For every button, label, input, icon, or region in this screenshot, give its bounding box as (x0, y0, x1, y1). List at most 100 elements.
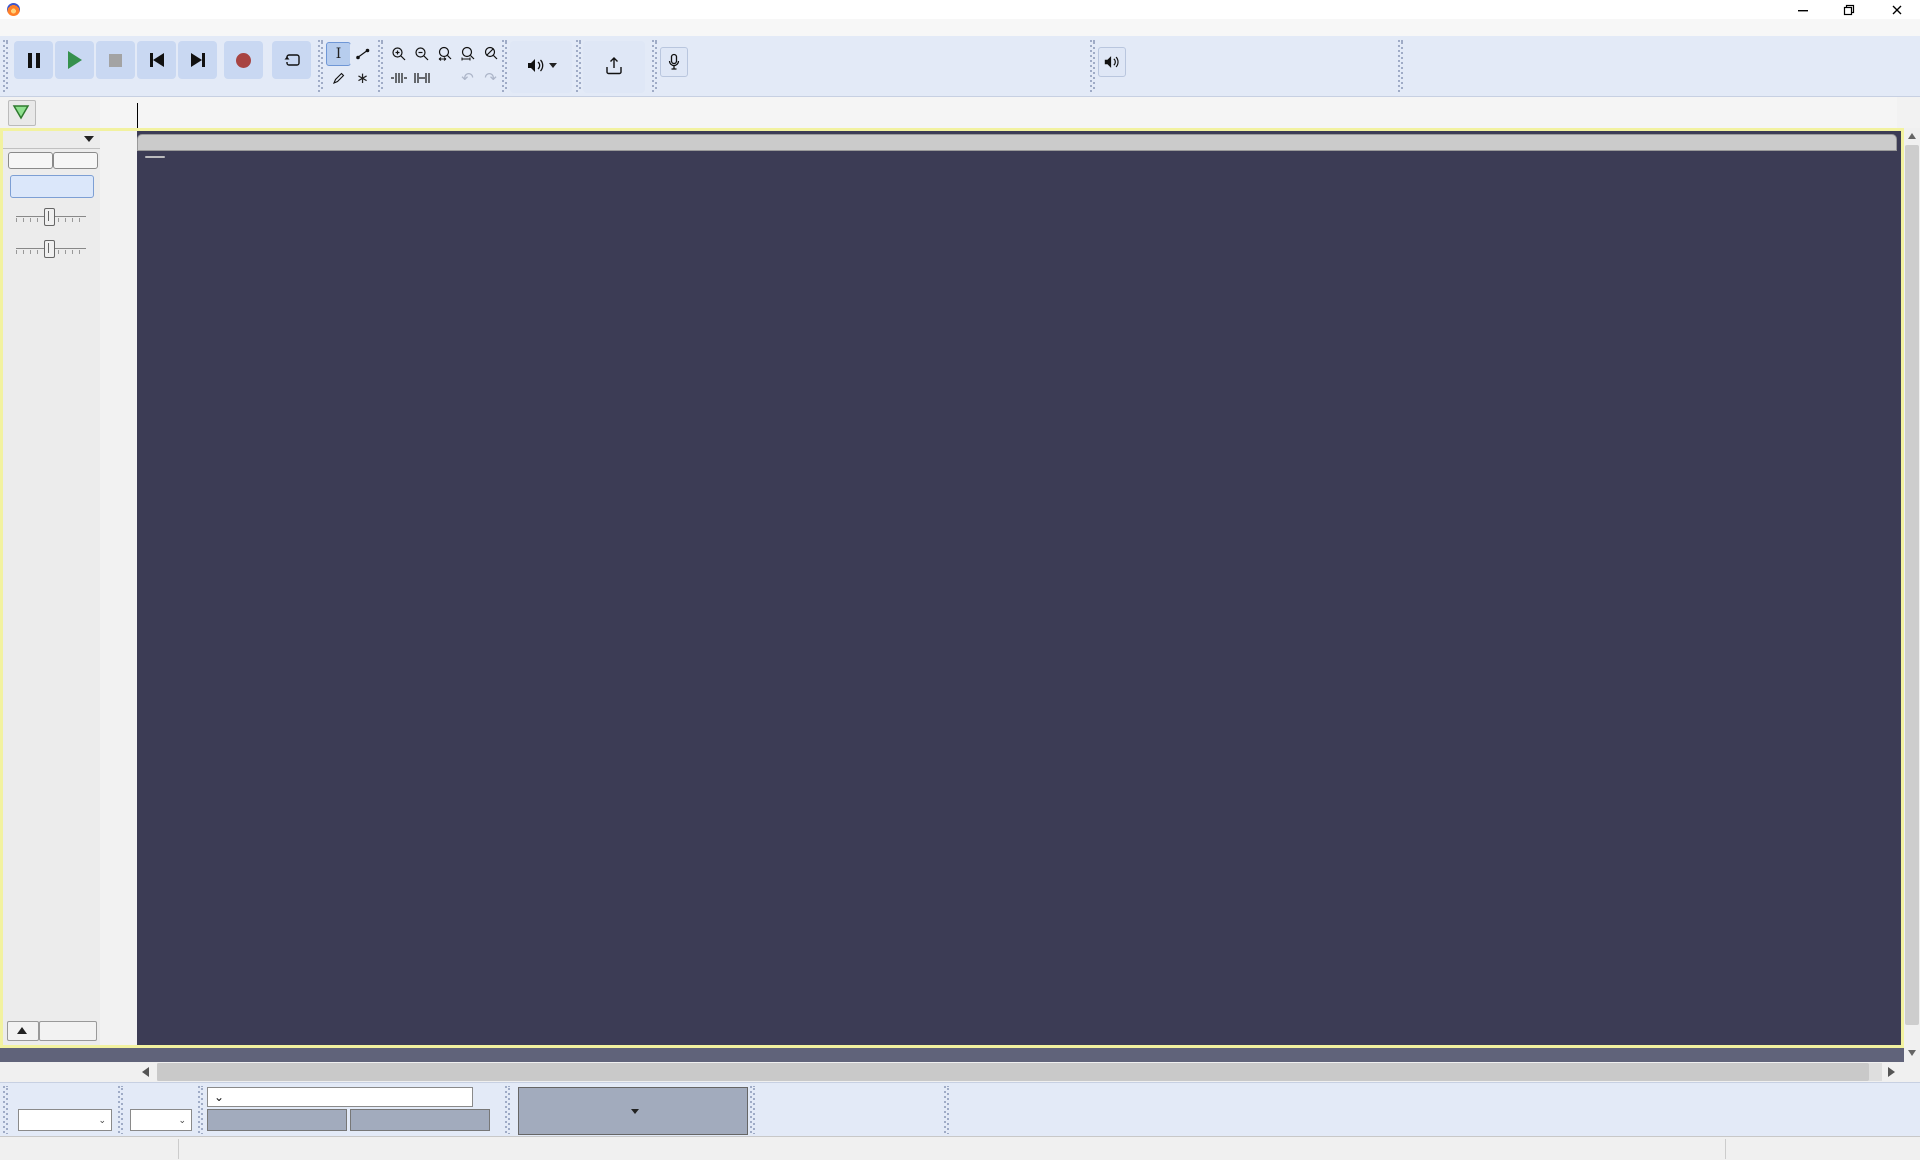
mute-button[interactable] (8, 152, 53, 169)
silence-audio-button[interactable] (409, 66, 434, 90)
playback-meter-button[interactable] (1098, 47, 1126, 77)
share-audio-icon (604, 57, 624, 75)
horizontal-scrollbar[interactable] (0, 1062, 1920, 1082)
zoom-out-button[interactable] (409, 42, 434, 66)
frequency-ruler (100, 131, 137, 1045)
audio-setup-icon (526, 57, 557, 74)
loop-region-button[interactable] (8, 100, 36, 126)
track-area (0, 128, 1904, 1048)
share-audio-grip[interactable] (576, 40, 581, 92)
trim-audio-button[interactable] (386, 66, 411, 90)
redo-icon: ↷ (484, 69, 497, 87)
pause-icon (28, 53, 40, 68)
zoom-selection-icon (437, 46, 453, 62)
pause-button[interactable] (14, 41, 53, 79)
zoom-selection-button[interactable] (432, 42, 457, 66)
record-meter-button[interactable] (660, 47, 688, 77)
selection-tool-button[interactable]: I (326, 42, 351, 66)
snap-to-select[interactable]: ⌄ (130, 1109, 192, 1131)
toolbar-end-grip[interactable] (1398, 40, 1403, 92)
bottom-grip-4[interactable] (505, 1086, 510, 1134)
record-meter-grip[interactable] (652, 40, 657, 92)
loop-icon (282, 51, 302, 69)
skip-end-icon (191, 53, 205, 67)
zoom-in-button[interactable] (386, 42, 411, 66)
gain-slider[interactable] (10, 203, 92, 229)
timeline-ruler[interactable] (0, 97, 1920, 129)
pencil-icon (331, 71, 346, 86)
horizontal-scrollbar-thumb[interactable] (157, 1063, 1869, 1081)
playback-meter[interactable] (1098, 44, 1390, 86)
transport-toolbar-grip[interactable] (3, 40, 8, 92)
selection-start-field[interactable] (207, 1109, 347, 1131)
menu-bar (0, 19, 1920, 36)
pan-slider[interactable] (10, 235, 92, 261)
bottom-grip-1[interactable] (3, 1086, 8, 1134)
selection-end-field[interactable] (350, 1109, 490, 1131)
playback-meter-grip[interactable] (1090, 40, 1095, 92)
status-bar (0, 1136, 1920, 1160)
vertical-scrollbar-thumb[interactable] (1905, 145, 1919, 1025)
audio-setup-grip[interactable] (502, 40, 507, 92)
bottom-grip-2[interactable] (118, 1086, 123, 1134)
record-icon (236, 53, 251, 68)
tools-toolbar-grip[interactable] (318, 40, 323, 92)
multi-tool-button[interactable]: ∗ (350, 66, 375, 90)
zoom-toggle-button[interactable] (478, 42, 503, 66)
draw-tool-button[interactable] (326, 66, 351, 90)
zoom-fit-button[interactable] (455, 42, 480, 66)
clip-name-overlay (145, 156, 165, 158)
loop-button[interactable] (272, 41, 311, 79)
zoom-fit-icon (460, 46, 476, 62)
scroll-left-icon[interactable] (142, 1067, 149, 1077)
status-divider-1 (178, 1139, 179, 1159)
vertical-scrollbar[interactable] (1904, 128, 1920, 1062)
bottom-grip-3[interactable] (198, 1086, 203, 1134)
track-collapse-button[interactable] (7, 1021, 39, 1041)
close-button[interactable] (1880, 0, 1914, 19)
solo-button[interactable] (53, 152, 98, 169)
audacity-logo-icon (7, 3, 20, 16)
edit-toolbar-grip[interactable] (378, 40, 383, 92)
record-button[interactable] (224, 41, 263, 79)
play-button[interactable] (55, 41, 94, 79)
pan-slider-thumb[interactable] (44, 240, 55, 258)
audio-position-caret-icon[interactable] (631, 1109, 639, 1114)
audio-position-display[interactable] (518, 1087, 748, 1135)
trim-icon (390, 71, 408, 85)
selection-mode-combobox[interactable]: ⌄ (207, 1087, 473, 1107)
below-tracks-background (0, 1048, 1904, 1062)
track-menu-caret-icon[interactable] (84, 136, 94, 142)
undo-icon: ↶ (461, 69, 474, 87)
envelope-tool-button[interactable] (350, 42, 375, 66)
bottom-grip-6[interactable] (944, 1086, 949, 1134)
status-divider-2 (1725, 1139, 1726, 1159)
effects-button[interactable] (10, 175, 94, 198)
recording-meter[interactable] (660, 44, 895, 86)
restore-button[interactable] (1832, 0, 1866, 19)
stop-button[interactable] (96, 41, 135, 79)
project-rate-select[interactable]: ⌄ (18, 1109, 112, 1131)
speaker-icon (1103, 54, 1121, 70)
spectrogram-canvas[interactable] (137, 151, 1897, 1041)
ruler-scale[interactable] (137, 97, 1897, 128)
audio-setup-button[interactable] (510, 41, 572, 93)
main-toolbar: I ∗ (0, 36, 1920, 97)
scroll-up-icon[interactable] (1908, 133, 1916, 139)
track-selected-border-top (0, 128, 1904, 131)
playhead-cursor (137, 103, 138, 128)
scroll-down-icon[interactable] (1908, 1050, 1916, 1056)
minimize-button[interactable] (1786, 0, 1820, 19)
track-select-button[interactable] (39, 1021, 97, 1041)
redo-button[interactable]: ↷ (478, 66, 503, 90)
skip-to-start-button[interactable] (137, 41, 176, 79)
skip-to-end-button[interactable] (178, 41, 217, 79)
envelope-icon (355, 47, 371, 61)
undo-button[interactable]: ↶ (455, 66, 480, 90)
gain-slider-thumb[interactable] (44, 208, 55, 226)
share-audio-button[interactable] (583, 41, 645, 93)
clip-header[interactable] (137, 134, 1897, 151)
asterisk-icon: ∗ (356, 69, 369, 87)
bottom-grip-5[interactable] (750, 1086, 755, 1134)
scroll-right-icon[interactable] (1888, 1067, 1895, 1077)
